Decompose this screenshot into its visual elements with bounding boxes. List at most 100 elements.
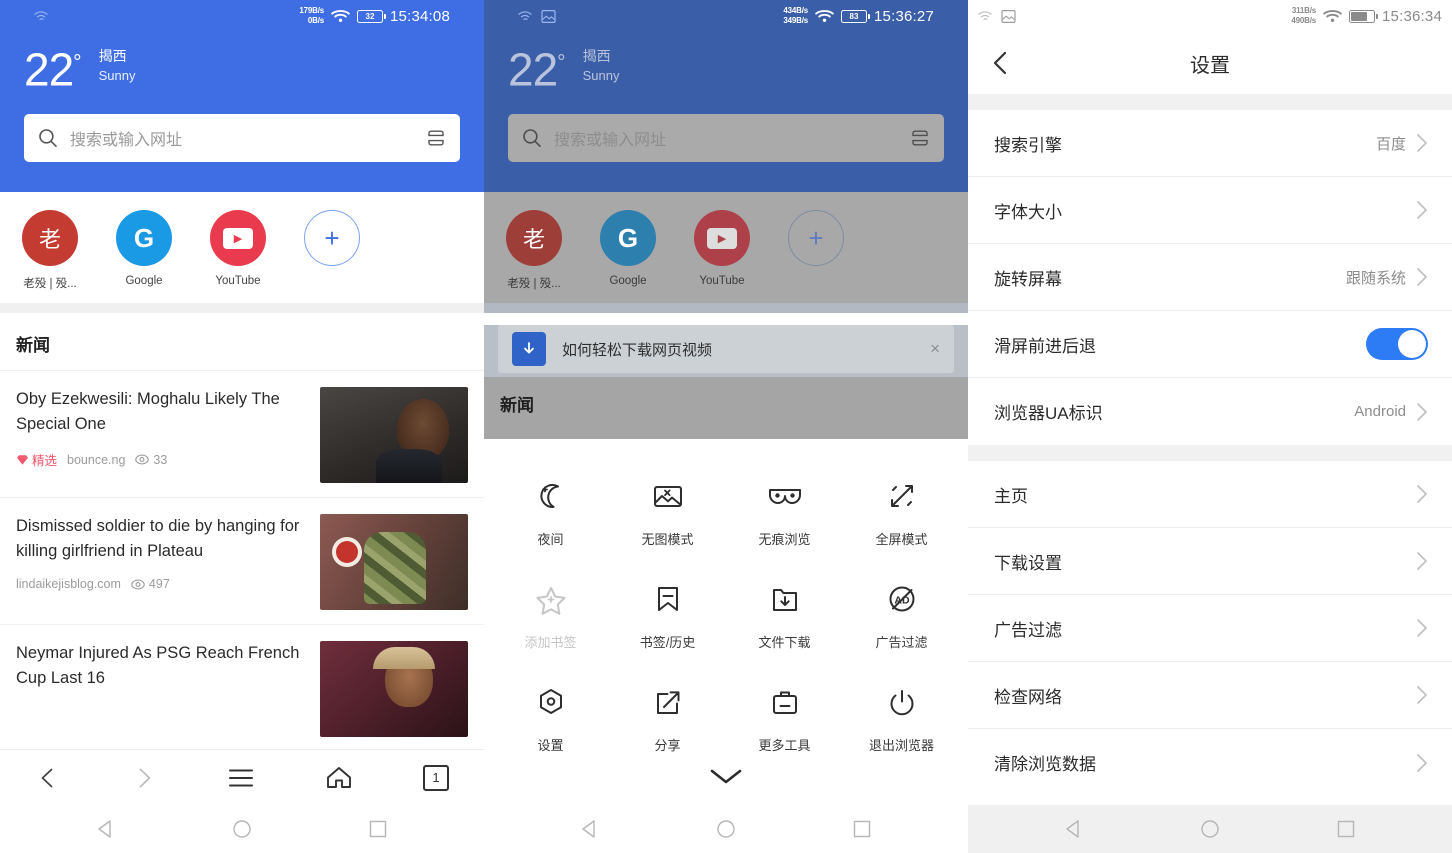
home-icon[interactable] [325,765,353,791]
search-input[interactable]: 搜索或输入网址 [508,114,944,163]
settings-header: 设置 [968,32,1452,94]
network-speed: 311B/s 490B/s [1291,6,1316,25]
setting-row-download-settings[interactable]: 下载设置 [968,528,1452,595]
menu-icon[interactable] [227,767,255,789]
setting-row-font-size[interactable]: 字体大小 [968,177,1452,244]
scan-code-icon[interactable] [910,129,930,147]
setting-label: 搜索引擎 [994,135,1062,155]
search-input[interactable]: 搜索或输入网址 [24,114,460,163]
setting-label: 浏览器UA标识 [994,404,1103,423]
shortcut-label: YouTube [699,275,745,288]
forward-icon[interactable] [131,765,157,791]
temperature: 22° [508,43,566,96]
nav-back-icon[interactable] [1064,819,1084,839]
chevron-right-icon [1417,485,1427,503]
section-divider [968,94,1452,110]
panel-browser-menu: 434B/s 349B/s 83 15:36:27 22° 揭西 Sunny 搜… [484,0,968,853]
menu-item-more-tools[interactable]: 更多工具 [726,679,843,754]
shortcut-item[interactable]: 老 老殁 | 殁... [22,210,78,291]
download-banner-wrap: 如何轻松下载网页视频 × [484,325,968,378]
swipe-navigation-toggle[interactable] [1366,328,1428,360]
news-title: Neymar Injured As PSG Reach French Cup L… [16,644,300,688]
menu-item-add-bookmark[interactable]: 添加书签 [492,576,609,651]
menu-item-label: 全屏模式 [875,532,928,547]
status-bar: 311B/s 490B/s 15:36:34 [968,0,1452,32]
chevron-right-icon [1417,402,1427,421]
setting-row-swipe-navigation[interactable]: 滑屏前进后退 [968,311,1452,378]
shortcut-item[interactable]: ▶ YouTube [210,210,266,291]
setting-row-ad-filter[interactable]: 广告过滤 [968,595,1452,662]
weather-widget[interactable]: 22° 揭西 Sunny [24,32,460,94]
screenshot-triptych: 179B/s 0B/s 32 15:34:08 22° 揭西 Sunny 搜索或… [0,0,1452,853]
menu-item-downloads[interactable]: 文件下载 [726,576,843,651]
nav-recents-icon[interactable] [1336,819,1356,839]
nav-recents-icon[interactable] [368,819,388,839]
tab-count-button[interactable]: 1 [423,764,449,791]
news-heading: 新闻 [16,336,50,356]
shortcut-add[interactable]: + [304,210,360,291]
page-title: 设置 [1190,54,1230,77]
shortcut-icon-youtube: ▶ [210,210,266,267]
news-list-item[interactable]: Oby Ezekwesili: Moghalu Likely The Speci… [0,370,484,497]
weather-widget[interactable]: 22° 揭西 Sunny [508,32,944,94]
menu-item-incognito[interactable]: 无痕浏览 [726,473,843,548]
menu-item-adblock[interactable]: AD 广告过滤 [843,576,960,651]
close-icon[interactable]: × [930,339,940,359]
section-divider [968,445,1452,461]
menu-item-bookmark-history[interactable]: 书签/历史 [609,576,726,651]
toggle-knob [1398,330,1426,358]
setting-row-clear-data[interactable]: 清除浏览数据 [968,729,1452,796]
wifi-icon [815,10,834,22]
clock: 15:36:27 [874,7,934,25]
shortcut-item[interactable]: G Google [116,210,172,291]
setting-row-homepage[interactable]: 主页 [968,461,1452,528]
nav-home-icon[interactable] [1200,819,1220,839]
setting-row-check-network[interactable]: 检查网络 [968,662,1452,729]
wifi-weak-icon [518,10,532,20]
wifi-weak-icon [978,10,992,20]
news-thumbnail [320,641,468,738]
setting-label: 广告过滤 [994,620,1062,640]
menu-item-share[interactable]: 分享 [609,679,726,754]
shortcut-item[interactable]: 老 老殁 | 殁... [506,210,562,291]
menu-item-fullscreen[interactable]: 全屏模式 [843,473,960,548]
scan-code-icon[interactable] [426,129,446,147]
nav-home-icon[interactable] [232,819,252,839]
setting-label: 旋转屏幕 [994,269,1062,289]
setting-label: 下载设置 [994,553,1062,573]
shortcut-item[interactable]: ▶ YouTube [694,210,750,291]
chevron-right-icon [1417,201,1427,219]
collapse-menu-button[interactable] [484,765,968,787]
fullscreen-icon [843,473,960,519]
incognito-mask-icon [726,473,843,519]
news-list-item[interactable]: Dismissed soldier to die by hanging for … [0,497,484,624]
battery-icon: 83 [841,9,870,23]
shortcut-label: Google [609,275,647,288]
back-icon[interactable] [35,765,61,791]
setting-row-user-agent[interactable]: 浏览器UA标识 Android [968,378,1452,445]
download-tip-banner[interactable]: 如何轻松下载网页视频 × [498,325,954,374]
nav-home-icon[interactable] [716,819,736,839]
news-thumbnail [320,514,468,611]
news-list-item[interactable]: Neymar Injured As PSG Reach French Cup L… [0,624,484,751]
setting-row-search-engine[interactable]: 搜索引擎 百度 [968,110,1452,177]
menu-item-label: 设置 [537,738,564,753]
shortcut-add[interactable]: + [788,210,844,291]
menu-item-settings[interactable]: 设置 [492,679,609,754]
nav-recents-icon[interactable] [852,819,872,839]
search-placeholder: 搜索或输入网址 [554,132,667,150]
nav-back-icon[interactable] [96,819,116,839]
menu-item-no-image[interactable]: 无图模式 [609,473,726,548]
news-feed: 新闻 Oby Ezekwesili: Moghalu Likely The Sp… [0,313,484,752]
setting-row-rotate-screen[interactable]: 旋转屏幕 跟随系统 [968,244,1452,311]
menu-item-night[interactable]: 夜间 [492,473,609,548]
shortcut-item[interactable]: G Google [600,210,656,291]
news-source: lindaikejisblog.com [16,577,121,592]
section-divider [0,303,484,314]
nav-back-icon[interactable] [580,819,600,839]
menu-item-exit[interactable]: 退出浏览器 [843,679,960,754]
shortcut-icon-google: G [116,210,172,267]
add-bookmark-star-icon [492,576,609,622]
setting-value: 百度 [1375,135,1406,153]
chevron-right-icon [1417,268,1427,286]
